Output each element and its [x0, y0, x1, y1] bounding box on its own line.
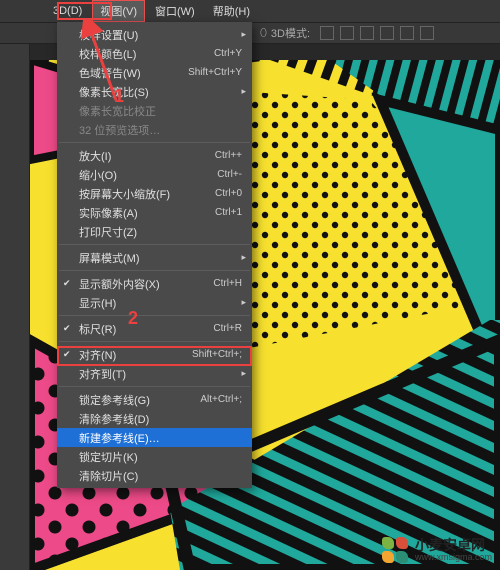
watermark-logo: [381, 536, 409, 564]
mode-3d-label: ⬯ 3D模式:: [260, 25, 310, 41]
menu-separator: [59, 386, 250, 387]
menu-item[interactable]: 打印尺寸(Z): [57, 222, 252, 241]
menu-item-shortcut: Alt+Ctrl+;: [200, 394, 242, 405]
menu-item-label: 缩小(O): [79, 167, 117, 183]
menu-item[interactable]: 新建参考线(E)…: [57, 428, 252, 447]
annotation-number-1: 1: [114, 86, 124, 107]
menu-item-label: 按屏幕大小缩放(F): [79, 186, 170, 202]
menu-item[interactable]: 标尺(R) Ctrl+R: [57, 319, 252, 338]
mode-icon[interactable]: [360, 26, 374, 40]
menu-item[interactable]: 锁定切片(K): [57, 447, 252, 466]
menu-separator: [59, 142, 250, 143]
menu-item-label: 放大(I): [79, 148, 111, 164]
menu-item-shortcut: Ctrl+R: [213, 323, 242, 334]
watermark: 小麦安卓网 www.xmsigma.com: [381, 536, 492, 564]
menu-item[interactable]: 清除参考线(D): [57, 409, 252, 428]
menu-item-shortcut: Shift+Ctrl+Y: [188, 67, 242, 78]
menu-help[interactable]: 帮助(H): [205, 0, 258, 22]
menu-item[interactable]: 实际像素(A) Ctrl+1: [57, 203, 252, 222]
leaf-icon: [382, 551, 394, 563]
menu-item-shortcut: Shift+Ctrl+;: [192, 349, 242, 360]
mode-icon[interactable]: [320, 26, 334, 40]
menu-item[interactable]: 清除切片(C): [57, 466, 252, 485]
menu-item[interactable]: 锁定参考线(G) Alt+Ctrl+;: [57, 390, 252, 409]
menu-item[interactable]: 放大(I) Ctrl++: [57, 146, 252, 165]
menu-item-label: 32 位预览选项…: [79, 122, 160, 138]
leaf-icon: [382, 537, 394, 549]
menu-item-label: 清除参考线(D): [79, 411, 149, 427]
menu-item-label: 清除切片(C): [79, 468, 138, 484]
mode-icon[interactable]: [340, 26, 354, 40]
mode-icon[interactable]: [400, 26, 414, 40]
menu-item[interactable]: 显示额外内容(X) Ctrl+H: [57, 274, 252, 293]
menu-item[interactable]: 对齐到(T): [57, 364, 252, 383]
mode-3d-text: 3D模式:: [271, 25, 310, 41]
menu-item-shortcut: Ctrl+0: [215, 188, 242, 199]
menu-item[interactable]: 按屏幕大小缩放(F) Ctrl+0: [57, 184, 252, 203]
menu-item-label: 实际像素(A): [79, 205, 138, 221]
menu-item[interactable]: 屏幕模式(M): [57, 248, 252, 267]
mode-icon[interactable]: [380, 26, 394, 40]
watermark-url: www.xmsigma.com: [415, 553, 492, 562]
menu-item-label: 打印尺寸(Z): [79, 224, 137, 240]
tool-panel: [0, 44, 30, 570]
menu-separator: [59, 315, 250, 316]
menu-item[interactable]: 缩小(O) Ctrl+-: [57, 165, 252, 184]
menu-item-label: 对齐到(T): [79, 366, 126, 382]
annotation-number-2: 2: [128, 308, 138, 329]
leaf-icon: [396, 551, 408, 563]
menu-separator: [59, 270, 250, 271]
menubar: 3D(D) 视图(V) 窗口(W) 帮助(H): [0, 0, 500, 22]
mode-icon[interactable]: [420, 26, 434, 40]
annotation-arrow: [80, 18, 140, 108]
menu-item[interactable]: 显示(H): [57, 293, 252, 312]
menu-item[interactable]: 对齐(N) Shift+Ctrl+;: [57, 345, 252, 364]
menu-window[interactable]: 窗口(W): [147, 0, 203, 22]
menu-item-label: 标尺(R): [79, 321, 116, 337]
menu-separator: [59, 244, 250, 245]
mode-3d-icons: [320, 26, 434, 40]
menu-item-label: 屏幕模式(M): [79, 250, 140, 266]
menu-item-shortcut: Ctrl++: [215, 150, 242, 161]
watermark-title: 小麦安卓网: [415, 538, 492, 553]
menu-item-shortcut: Ctrl+H: [213, 278, 242, 289]
menu-item-label: 新建参考线(E)…: [79, 430, 160, 446]
menu-separator: [59, 341, 250, 342]
menu-item-shortcut: Ctrl+1: [215, 207, 242, 218]
menu-item-shortcut: Ctrl+Y: [214, 48, 242, 59]
leaf-icon: [396, 537, 408, 549]
menu-item-label: 对齐(N): [79, 347, 116, 363]
menu-item-label: 锁定参考线(G): [79, 392, 150, 408]
menu-item: 32 位预览选项…: [57, 120, 252, 139]
menu-item-shortcut: Ctrl+-: [217, 169, 242, 180]
menu-item-label: 显示额外内容(X): [79, 276, 160, 292]
menu-item-label: 显示(H): [79, 295, 116, 311]
menu-item-label: 锁定切片(K): [79, 449, 138, 465]
